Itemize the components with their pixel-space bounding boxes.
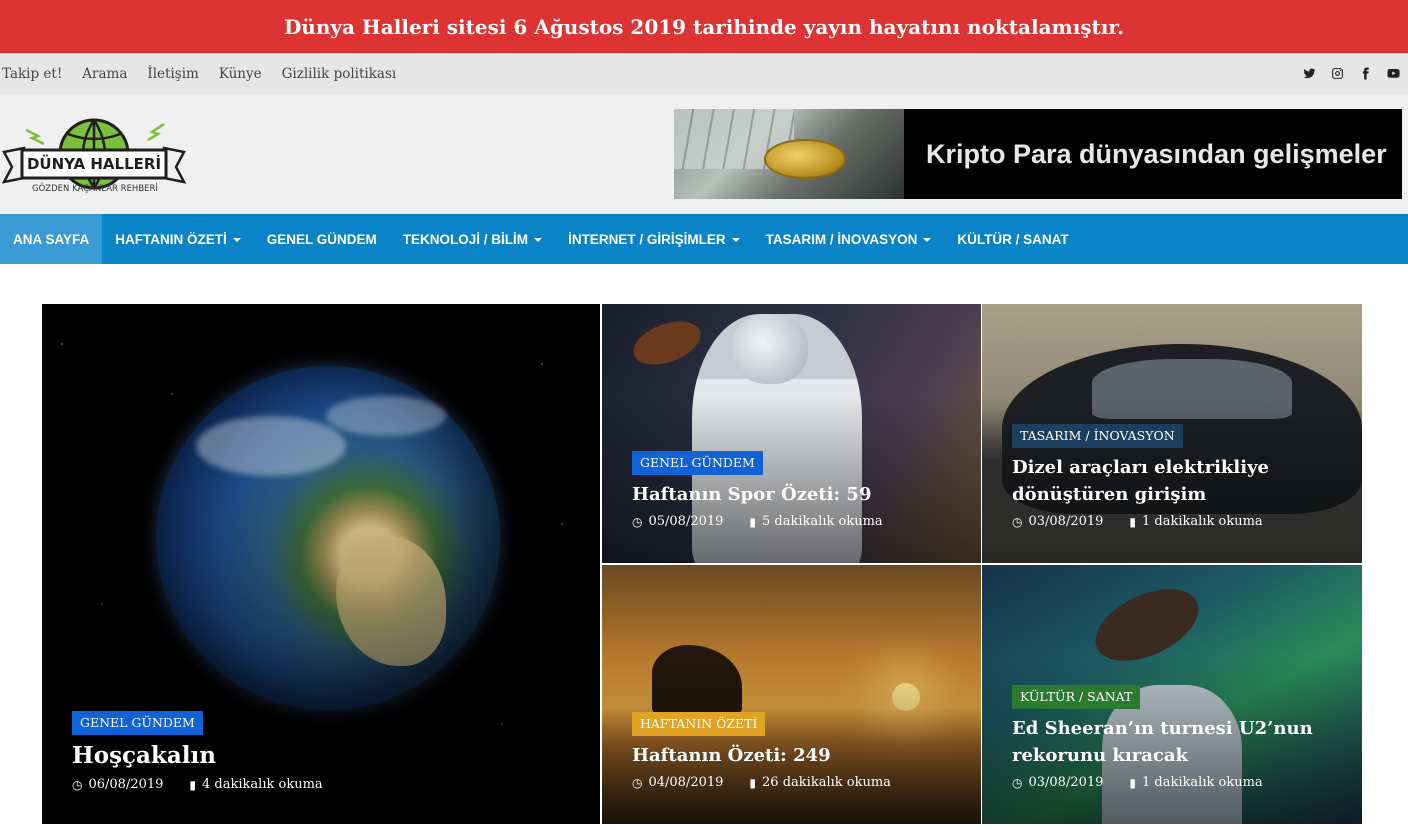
post-title[interactable]: Dizel araçları elektrikliye dönüştüren g… (1012, 454, 1342, 508)
youtube-icon[interactable] (1386, 67, 1400, 81)
clock-icon: ◷ (632, 514, 643, 529)
clock-icon: ◷ (632, 775, 643, 790)
top-bar: Takip et! Arama İletişim Künye Gizlilik … (0, 53, 1408, 94)
top-link-contact[interactable]: İletişim (147, 66, 198, 82)
nav-label: TEKNOLOJİ / BİLİM (402, 231, 529, 247)
top-link-privacy[interactable]: Gizlilik politikası (282, 66, 397, 82)
post-date: 04/08/2019 (648, 775, 724, 790)
clock-icon: ◷ (72, 777, 83, 792)
post-read-time: 1 dakikalık okuma (1142, 514, 1263, 529)
clock-icon: ◷ (1012, 514, 1023, 529)
post-read-time: 26 dakikalık okuma (762, 775, 891, 790)
nav-item-weekly-summary[interactable]: HAFTANIN ÖZETİ (102, 214, 254, 264)
chevron-down-icon (731, 238, 740, 242)
nav-label: TASARIM / İNOVASYON (765, 231, 918, 247)
post-date: 03/08/2019 (1028, 775, 1104, 790)
post-read-time: 4 dakikalık okuma (202, 777, 323, 792)
post-title[interactable]: Haftanın Özeti: 249 (632, 742, 961, 769)
post-meta: ◷ 03/08/2019 ▮ 1 dakikalık okuma (1012, 775, 1342, 790)
book-icon: ▮ (749, 514, 757, 529)
social-links (1302, 67, 1400, 81)
top-link-search[interactable]: Arama (82, 66, 127, 82)
category-badge[interactable]: GENEL GÜNDEM (632, 451, 763, 475)
top-link-imprint[interactable]: Künye (219, 66, 262, 82)
twitter-icon[interactable] (1302, 67, 1316, 81)
chevron-down-icon (232, 238, 241, 242)
top-link-follow[interactable]: Takip et! (2, 66, 62, 82)
category-badge[interactable]: TASARIM / İNOVASYON (1012, 424, 1183, 448)
top-links: Takip et! Arama İletişim Künye Gizlilik … (2, 66, 416, 82)
announcement-text: Dünya Halleri sitesi 6 Ağustos 2019 tari… (283, 14, 1125, 39)
nav-label: İNTERNET / GİRİŞİMLER (568, 231, 726, 247)
logo-name: DÜNYA HALLERİ (26, 155, 162, 173)
category-badge[interactable]: GENEL GÜNDEM (72, 711, 203, 735)
post-date: 05/08/2019 (648, 514, 724, 529)
main-navigation: ANA SAYFA HAFTANIN ÖZETİ GENEL GÜNDEM TE… (0, 214, 1408, 264)
post-meta: ◷ 06/08/2019 ▮ 4 dakikalık okuma (72, 777, 580, 792)
nav-label: HAFTANIN ÖZETİ (115, 231, 227, 247)
post-date: 06/08/2019 (88, 777, 164, 792)
chevron-down-icon (534, 238, 543, 242)
nav-item-culture-art[interactable]: KÜLTÜR / SANAT (944, 214, 1081, 264)
crypto-ad-banner[interactable]: Kripto Para dünyasından gelişmeler (674, 109, 1402, 199)
featured-post[interactable]: KÜLTÜR / SANAT Ed Sheeran’ın turnesi U2’… (982, 565, 1362, 824)
category-badge[interactable]: HAFTANIN ÖZETİ (632, 712, 766, 736)
book-icon: ▮ (189, 777, 197, 792)
logo-tagline: GÖZDEN KAÇANLAR REHBERİ (32, 184, 158, 194)
post-date: 03/08/2019 (1028, 514, 1104, 529)
book-icon: ▮ (1129, 514, 1137, 529)
post-title[interactable]: Haftanın Spor Özeti: 59 (632, 481, 961, 508)
post-title[interactable]: Ed Sheeran’ın turnesi U2’nun rekorunu kı… (1012, 715, 1342, 769)
featured-posts-grid: GENEL GÜNDEM Hoşçakalın ◷ 06/08/2019 ▮ 4… (42, 304, 1362, 824)
clock-icon: ◷ (1012, 775, 1023, 790)
nav-item-technology-science[interactable]: TEKNOLOJİ / BİLİM (390, 214, 555, 264)
nav-item-general-agenda[interactable]: GENEL GÜNDEM (254, 214, 390, 264)
post-meta: ◷ 04/08/2019 ▮ 26 dakikalık okuma (632, 775, 961, 790)
nav-item-home[interactable]: ANA SAYFA (0, 214, 103, 264)
post-meta: ◷ 05/08/2019 ▮ 5 dakikalık okuma (632, 514, 961, 529)
facebook-icon[interactable] (1358, 67, 1372, 81)
post-meta: ◷ 03/08/2019 ▮ 1 dakikalık okuma (1012, 514, 1342, 529)
category-badge[interactable]: KÜLTÜR / SANAT (1012, 685, 1141, 709)
featured-post-large[interactable]: GENEL GÜNDEM Hoşçakalın ◷ 06/08/2019 ▮ 4… (42, 304, 600, 824)
post-title[interactable]: Hoşçakalın (72, 741, 580, 771)
book-icon: ▮ (1129, 775, 1137, 790)
featured-post[interactable]: GENEL GÜNDEM Haftanın Spor Özeti: 59 ◷ 0… (602, 304, 981, 563)
ad-coin-image (674, 109, 904, 199)
featured-post[interactable]: HAFTANIN ÖZETİ Haftanın Özeti: 249 ◷ 04/… (602, 565, 981, 824)
featured-post[interactable]: TASARIM / İNOVASYON Dizel araçları elekt… (982, 304, 1362, 563)
nav-item-design-innovation[interactable]: TASARIM / İNOVASYON (753, 214, 945, 264)
post-read-time: 1 dakikalık okuma (1142, 775, 1263, 790)
nav-label: GENEL GÜNDEM (266, 231, 377, 247)
nav-label: ANA SAYFA (13, 231, 90, 247)
book-icon: ▮ (749, 775, 757, 790)
site-logo[interactable]: DÜNYA HALLERİ GÖZDEN KAÇANLAR REHBERİ (1, 112, 188, 202)
nav-label: KÜLTÜR / SANAT (957, 231, 1069, 247)
instagram-icon[interactable] (1330, 67, 1344, 81)
site-header: DÜNYA HALLERİ GÖZDEN KAÇANLAR REHBERİ Kr… (0, 94, 1408, 214)
post-read-time: 5 dakikalık okuma (762, 514, 883, 529)
nav-item-internet-startups[interactable]: İNTERNET / GİRİŞİMLER (555, 214, 753, 264)
closure-announcement-bar: Dünya Halleri sitesi 6 Ağustos 2019 tari… (0, 0, 1408, 53)
ad-text: Kripto Para dünyasından gelişmeler (926, 138, 1387, 169)
chevron-down-icon (923, 238, 932, 242)
